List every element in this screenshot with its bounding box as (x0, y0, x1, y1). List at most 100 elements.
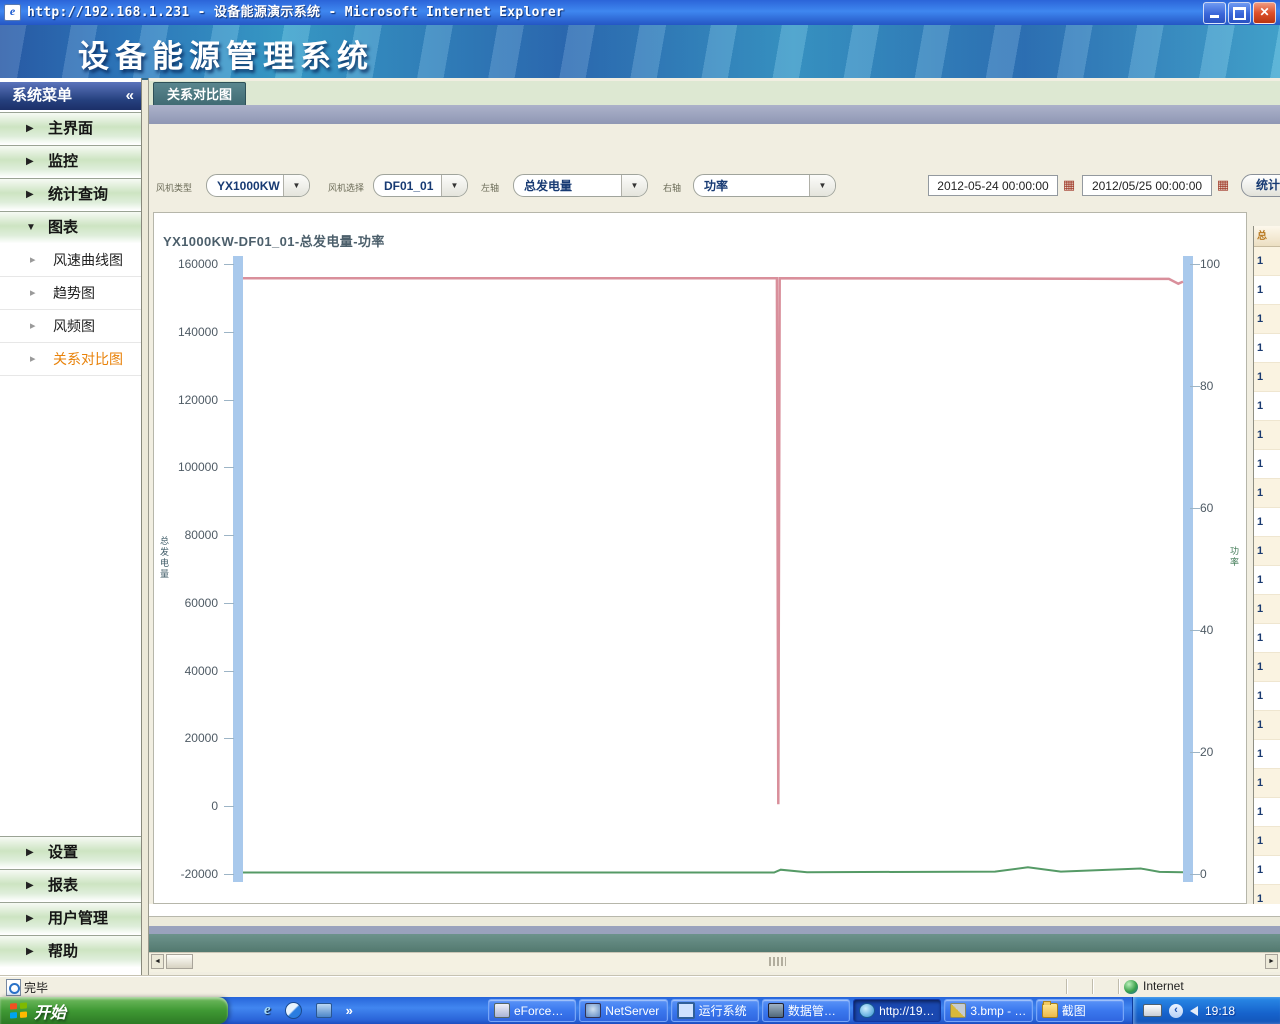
sidebar-item-label: 统计查询 (48, 186, 108, 203)
sidebar-item-label: 设置 (48, 844, 78, 861)
task-label: http://192.1... (879, 1004, 935, 1018)
side-table-row: 1 (1254, 682, 1280, 711)
taskbar-task-folder[interactable]: 截图 (1036, 999, 1124, 1022)
minimize-button[interactable] (1203, 2, 1226, 24)
submenu-arrow-icon: ▸ (30, 277, 36, 310)
arrow-right-icon: ▶ (26, 113, 34, 144)
fan-type-value: YX1000KW (207, 179, 283, 193)
taskbar-task-net[interactable]: NetServer (579, 999, 667, 1022)
sidebar-item-monitor[interactable]: ▶监控 (0, 145, 141, 177)
sidebar-item-statistics[interactable]: ▶统计查询 (0, 178, 141, 210)
tab-bar: 关系对比图 (149, 81, 1280, 105)
app-title: 设备能源管理系统 (78, 31, 374, 76)
dropdown-arrow-icon[interactable]: ▼ (809, 175, 835, 196)
side-table-header: 总 (1254, 226, 1280, 247)
internet-zone-icon (1124, 980, 1138, 994)
sidebar-item-settings[interactable]: ▶ 设置 (0, 836, 141, 868)
calendar-icon[interactable]: ▦ (1214, 175, 1232, 195)
side-table-row: 1 (1254, 624, 1280, 653)
chart-panel (153, 212, 1247, 904)
sidebar-subitem-label: 关系对比图 (53, 351, 123, 367)
dropdown-arrow-icon[interactable]: ▼ (621, 175, 647, 196)
sidebar-item-reports[interactable]: ▶报表 (0, 869, 141, 901)
taskbar-task-platform[interactable]: 数据管理平台... (762, 999, 850, 1022)
horizontal-scrollbar[interactable] (149, 952, 1280, 972)
task-label: 数据管理平台... (788, 1002, 844, 1019)
tray-chevron-icon[interactable]: ‹ (1169, 1004, 1183, 1018)
window-title: http://192.168.1.231 - 设备能源演示系统 - Micros… (27, 0, 564, 25)
quicklaunch-more-icon[interactable]: » (346, 1003, 353, 1018)
sidebar-item-label: 主界面 (48, 120, 93, 137)
scroll-left-button[interactable]: ◄ (151, 954, 164, 969)
windows-flag-icon (10, 1002, 27, 1018)
arrow-right-icon: ▶ (26, 837, 34, 868)
side-table-rows: 11111111111111111111111 (1254, 247, 1280, 914)
app-icon (494, 1003, 510, 1018)
dropdown-arrow-icon[interactable]: ▼ (441, 175, 467, 196)
scrollbar-grip[interactable] (769, 957, 786, 966)
right-axis-select[interactable]: 功率 ▼ (693, 174, 836, 197)
sidebar-subitem-windspeed-curve[interactable]: ▸风速曲线图 (0, 244, 141, 277)
taskbar-task-ie[interactable]: http://192.1... (853, 999, 941, 1022)
main-content: 关系对比图 风机类型 YX1000KW ▼ 风机选择 DF01_01 ▼ 左轴 … (148, 78, 1280, 975)
task-label: 运行系统 (699, 1002, 747, 1019)
statusbar-divider (1118, 979, 1120, 994)
start-button[interactable]: 开始 (0, 997, 228, 1024)
platform-icon (768, 1003, 784, 1018)
start-label: 开始 (34, 999, 66, 1023)
side-table-row: 1 (1254, 363, 1280, 392)
sidebar-subitem-label: 风速曲线图 (53, 252, 123, 268)
sidebar-subitem-relation-compare[interactable]: ▸关系对比图 (0, 343, 141, 376)
sidebar-item-help[interactable]: ▶帮助 (0, 935, 141, 967)
volume-tray-icon[interactable] (1190, 1006, 1198, 1016)
side-table-row: 1 (1254, 421, 1280, 450)
fan-select-select[interactable]: DF01_01 ▼ (373, 174, 468, 197)
status-bar: 完毕 Internet (0, 975, 1280, 998)
taskbar-task-monitor[interactable]: 运行系统 (671, 999, 759, 1022)
fan-type-select[interactable]: YX1000KW ▼ (206, 174, 310, 197)
sidebar-item-charts[interactable]: ▼图表 (0, 211, 141, 243)
bottom-strip (149, 904, 1280, 917)
side-table-row: 1 (1254, 450, 1280, 479)
scroll-right-button[interactable]: ► (1265, 954, 1278, 969)
sidebar-header: 系统菜单 « (0, 82, 141, 110)
windows-taskbar: 开始 e » eForceCon日...NetServer 运行系统 数据管理平台.… (0, 997, 1280, 1024)
monitor-icon (677, 1002, 695, 1019)
calendar-icon[interactable]: ▦ (1060, 175, 1078, 195)
side-table-row: 1 (1254, 305, 1280, 334)
ie-quicklaunch-icon[interactable]: e (264, 1002, 271, 1019)
start-datetime-input[interactable] (928, 175, 1058, 196)
fan-type-label: 风机类型 (156, 181, 192, 194)
sidebar-item-main[interactable]: ▶ 主界面 (0, 112, 141, 144)
scrollbar-thumb[interactable] (166, 954, 193, 969)
arrow-right-icon: ▶ (26, 870, 34, 901)
tray-clock: 19:18 (1205, 1004, 1235, 1018)
messenger-quicklaunch-icon[interactable] (285, 1002, 302, 1019)
left-axis-select[interactable]: 总发电量 ▼ (513, 174, 648, 197)
internet-zone-label: Internet (1143, 979, 1184, 993)
taskbar-task-paint[interactable]: 3.bmp - 画图 (944, 999, 1032, 1022)
sidebar-subitem-windfreq[interactable]: ▸风频图 (0, 310, 141, 343)
restore-icon (1233, 7, 1246, 20)
sidebar-subitem-trend[interactable]: ▸趋势图 (0, 277, 141, 310)
toolbar-strip (149, 105, 1280, 124)
side-table-row: 1 (1254, 276, 1280, 305)
sidebar-item-user-management[interactable]: ▶用户管理 (0, 902, 141, 934)
statistics-button[interactable]: 统计 (1241, 174, 1280, 197)
dropdown-arrow-icon[interactable]: ▼ (283, 175, 309, 196)
ie-window-icon: e (4, 4, 21, 21)
close-button[interactable]: ✕ (1253, 2, 1276, 24)
end-datetime-input[interactable] (1082, 175, 1212, 196)
side-data-table: 总 11111111111111111111111 (1253, 226, 1280, 928)
taskbar-task-app[interactable]: eForceCon日... (488, 999, 576, 1022)
app-quicklaunch-icon[interactable] (316, 1003, 332, 1018)
sidebar-collapse-icon[interactable]: « (126, 82, 132, 110)
minimize-icon (1210, 15, 1219, 18)
side-table-row: 1 (1254, 769, 1280, 798)
restore-button[interactable] (1228, 2, 1251, 24)
arrow-right-icon: ▶ (26, 903, 34, 934)
side-table-row: 1 (1254, 856, 1280, 885)
side-table-row: 1 (1254, 798, 1280, 827)
keyboard-tray-icon[interactable] (1143, 1004, 1162, 1017)
tab-relation-compare[interactable]: 关系对比图 (153, 82, 246, 106)
